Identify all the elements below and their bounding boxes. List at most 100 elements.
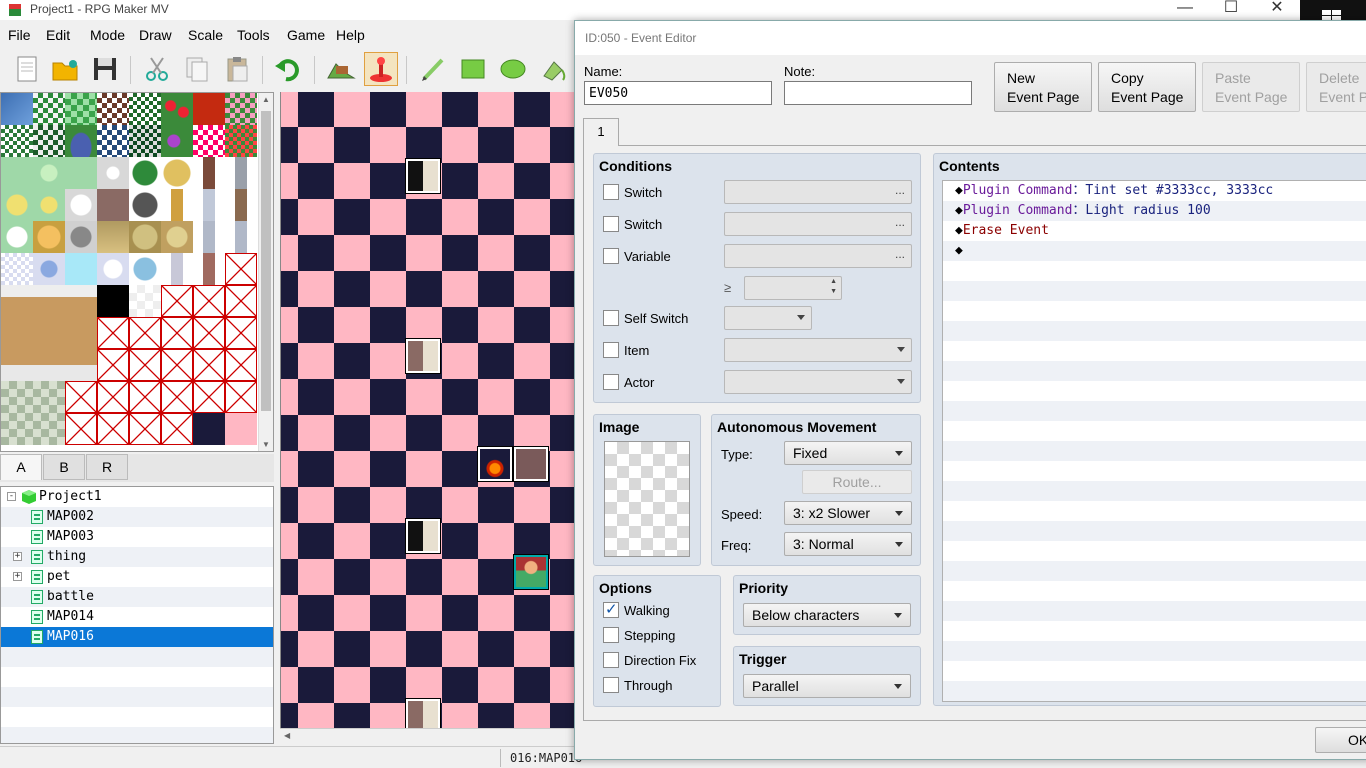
map-event[interactable]	[405, 338, 441, 374]
open-project-button[interactable]	[48, 52, 82, 86]
direction-fix-checkbox[interactable]	[603, 652, 619, 668]
route-button[interactable]: Route...	[802, 470, 912, 494]
event-mode-button[interactable]	[364, 52, 398, 86]
map-icon	[31, 510, 43, 524]
note-input[interactable]	[784, 81, 972, 105]
undo-icon	[275, 59, 299, 82]
actor-checkbox[interactable]	[603, 374, 619, 390]
copy-button[interactable]	[180, 52, 214, 86]
tree-item-project1[interactable]: - Project1	[1, 487, 273, 507]
tree-item-map016[interactable]: MAP016	[1, 627, 273, 647]
switch2-checkbox[interactable]	[603, 216, 619, 232]
menu-mode[interactable]: Mode	[90, 27, 125, 43]
tileset-tab-a[interactable]: A	[0, 454, 42, 480]
scroll-up-icon[interactable]: ▲	[262, 95, 270, 104]
map-event-character[interactable]	[513, 554, 549, 590]
tileset-palette[interactable]: ▲ ▼	[0, 92, 274, 452]
stepping-checkbox[interactable]	[603, 627, 619, 643]
tab-page-1[interactable]: 1	[583, 118, 619, 146]
pencil-tool-button[interactable]	[416, 52, 450, 86]
tree-item-map014[interactable]: MAP014	[1, 607, 273, 627]
event-image-preview[interactable]	[604, 441, 690, 557]
maximize-button[interactable]: ☐	[1208, 0, 1254, 20]
paste-button[interactable]	[220, 52, 254, 86]
movement-type-select[interactable]: Fixed	[784, 441, 912, 465]
scroll-left-icon[interactable]: ◀	[284, 731, 290, 740]
menu-tools[interactable]: Tools	[237, 27, 270, 43]
item-checkbox[interactable]	[603, 342, 619, 358]
map-event[interactable]	[405, 158, 441, 194]
menu-edit[interactable]: Edit	[46, 27, 70, 43]
windows-taskbar-corner[interactable]	[1300, 0, 1366, 22]
name-input[interactable]	[584, 81, 772, 105]
tree-item-battle[interactable]: battle	[1, 587, 273, 607]
copy-event-page-button[interactable]: Copy Event Page	[1098, 62, 1196, 112]
menu-help[interactable]: Help	[336, 27, 365, 43]
variable-label: Variable	[624, 249, 671, 264]
variable-value-spinner[interactable]: ▲ ▼	[744, 276, 842, 300]
movement-freq-select[interactable]: 3: Normal	[784, 532, 912, 556]
menu-game[interactable]: Game	[287, 27, 325, 43]
tree-item-thing[interactable]: + thing	[1, 547, 273, 567]
collapse-icon[interactable]: -	[7, 492, 16, 501]
map-event[interactable]	[405, 698, 441, 728]
close-button[interactable]: ✕	[1254, 0, 1300, 20]
spin-down-icon[interactable]: ▼	[830, 288, 837, 295]
tree-item-map002[interactable]: MAP002	[1, 507, 273, 527]
new-project-button[interactable]	[10, 52, 44, 86]
tileset-scrollbar[interactable]: ▲ ▼	[258, 93, 273, 451]
ellipse-tool-button[interactable]	[496, 52, 530, 86]
rectangle-tool-button[interactable]	[456, 52, 490, 86]
map-event[interactable]	[513, 446, 549, 482]
tileset-tab-r[interactable]: R	[86, 454, 128, 480]
expand-icon[interactable]: +	[13, 572, 22, 581]
trigger-select[interactable]: Parallel	[743, 674, 911, 698]
ellipse-icon	[500, 59, 526, 79]
save-project-button[interactable]	[88, 52, 122, 86]
menu-scale[interactable]: Scale	[188, 27, 223, 43]
actor-select[interactable]	[724, 370, 912, 394]
scroll-thumb[interactable]	[261, 111, 271, 411]
self-switch-checkbox[interactable]	[603, 310, 619, 326]
map-canvas[interactable]	[280, 92, 580, 728]
map-horizontal-scrollbar[interactable]: ◀	[280, 728, 580, 744]
ok-button[interactable]: OK	[1315, 727, 1366, 753]
self-switch-select[interactable]	[724, 306, 812, 330]
cut-button[interactable]	[140, 52, 174, 86]
switch1-field[interactable]: ...	[724, 180, 912, 204]
undo-button[interactable]	[272, 52, 306, 86]
minimize-button[interactable]: —	[1162, 0, 1208, 20]
menu-draw[interactable]: Draw	[139, 27, 172, 43]
expand-icon[interactable]: +	[13, 552, 22, 561]
command-list[interactable]: ◆Plugin Command：Tint set #3333cc, 3333cc…	[942, 180, 1366, 702]
fill-tool-button[interactable]	[536, 52, 570, 86]
map-mode-button[interactable]	[324, 52, 358, 86]
scroll-down-icon[interactable]: ▼	[262, 440, 270, 449]
through-checkbox[interactable]	[603, 677, 619, 693]
switch2-field[interactable]: ...	[724, 212, 912, 236]
command-row[interactable]: ◆Erase Event	[955, 221, 1049, 241]
variable-field[interactable]: ...	[724, 244, 912, 268]
command-row-empty[interactable]: ◆	[955, 241, 963, 261]
map-event[interactable]	[405, 518, 441, 554]
menu-file[interactable]: File	[8, 27, 31, 43]
tile-grid[interactable]	[1, 93, 259, 451]
paste-event-page-button[interactable]: Paste Event Page	[1202, 62, 1300, 112]
command-row[interactable]: ◆Plugin Command：Tint set #3333cc, 3333cc	[955, 181, 1273, 201]
switch1-checkbox[interactable]	[603, 184, 619, 200]
variable-checkbox[interactable]	[603, 248, 619, 264]
tree-item-map003[interactable]: MAP003	[1, 527, 273, 547]
map-icon	[31, 590, 43, 604]
command-row[interactable]: ◆Plugin Command：Light radius 100	[955, 201, 1211, 221]
delete-event-page-button[interactable]: DeleteEvent Page	[1306, 62, 1366, 112]
priority-select[interactable]: Below characters	[743, 603, 911, 627]
walking-checkbox[interactable]	[603, 600, 619, 618]
map-event-fire[interactable]	[477, 446, 513, 482]
new-event-page-button[interactable]: New Event Page	[994, 62, 1092, 112]
movement-speed-select[interactable]: 3: x2 Slower	[784, 501, 912, 525]
dialog-title: ID:050 - Event Editor	[585, 31, 697, 45]
spin-up-icon[interactable]: ▲	[830, 278, 837, 285]
item-select[interactable]	[724, 338, 912, 362]
tree-item-pet[interactable]: + pet	[1, 567, 273, 587]
tileset-tab-b[interactable]: B	[43, 454, 85, 480]
